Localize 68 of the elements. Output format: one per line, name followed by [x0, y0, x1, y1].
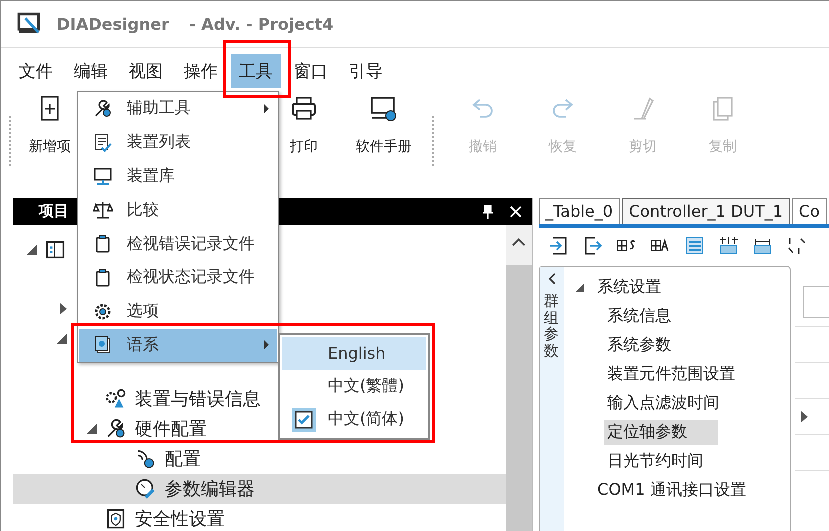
tree-item[interactable]: 硬件配置: [135, 417, 207, 441]
device-icon: [45, 239, 67, 261]
toolbar-button[interactable]: 软件手册: [344, 94, 424, 156]
tree-item[interactable]: 装置元件范围设置: [604, 362, 740, 387]
menu-item[interactable]: 中文(简体): [282, 403, 426, 436]
editor-tab[interactable]: Co: [792, 198, 827, 224]
menu-item[interactable]: English: [282, 337, 426, 370]
shield-icon: [105, 508, 127, 530]
insert-column-icon[interactable]: [718, 236, 739, 256]
manual-icon: [369, 94, 399, 124]
computer-icon: [93, 166, 113, 186]
tree-item[interactable]: 输入点滤波时间: [604, 391, 724, 416]
panel-title: 项目: [39, 202, 69, 221]
wrench-gear-icon: [93, 98, 113, 119]
close-icon[interactable]: [510, 204, 522, 218]
wrench-gear-icon: [105, 418, 127, 440]
expander-icon[interactable]: [60, 303, 67, 315]
tree-item[interactable]: 安全性设置: [135, 507, 225, 531]
input-field[interactable]: [802, 286, 829, 318]
expander-icon[interactable]: [87, 424, 97, 434]
gears-warning-icon: [105, 388, 127, 410]
gauge-wrench-icon: [135, 478, 157, 500]
tree-item[interactable]: 装置与错误信息: [135, 387, 261, 411]
scrollbar[interactable]: [506, 225, 532, 531]
balance-scale-icon: [93, 200, 113, 220]
import-icon[interactable]: [548, 236, 569, 256]
rows-icon[interactable]: [684, 236, 705, 256]
menu-item[interactable]: 窗口: [286, 54, 336, 88]
side-label: 群组参数: [544, 293, 560, 359]
tree-item[interactable]: 系统设置: [594, 275, 666, 300]
tree-item[interactable]: 日光节约时间: [604, 449, 708, 474]
editor-tab[interactable]: _Table_0: [538, 198, 620, 224]
language-icon: [93, 335, 113, 356]
expander-icon[interactable]: [576, 284, 584, 292]
menu-item[interactable]: 工具: [231, 54, 281, 88]
tree-item[interactable]: 系统参数: [604, 333, 676, 358]
menu-item[interactable]: 装置库: [79, 160, 277, 194]
row-pointer-icon: [800, 411, 808, 423]
pin-icon[interactable]: [482, 204, 494, 218]
menu-item[interactable]: 检视错误记录文件: [79, 227, 277, 261]
side-tab[interactable]: 群组参数: [540, 267, 564, 531]
toolbar-button[interactable]: 新增项: [20, 94, 80, 156]
menu-item[interactable]: 引导: [341, 54, 391, 88]
menu-item[interactable]: 中文(繁體): [282, 370, 426, 403]
menu-item[interactable]: 编辑: [66, 54, 116, 88]
column-width-icon[interactable]: [752, 236, 773, 256]
editor-tab[interactable]: Controller_1 DUT_1: [622, 198, 790, 224]
tree-item[interactable]: 系统信息: [604, 304, 676, 329]
tree-item[interactable]: 定位轴参数: [604, 420, 718, 445]
menu-item[interactable]: 视图: [121, 54, 171, 88]
chevron-left-icon[interactable]: [548, 273, 556, 285]
tree-item[interactable]: 配置: [165, 447, 201, 471]
expander-icon[interactable]: [57, 334, 67, 344]
menu-item[interactable]: 选项: [79, 294, 277, 329]
menu-item[interactable]: 文件: [11, 54, 61, 88]
window-subtitle: - Adv. - Project4: [189, 14, 334, 34]
tree-item[interactable]: COM1 通讯接口设置: [594, 478, 750, 503]
highlight-frame: [223, 40, 291, 98]
menu-item[interactable]: 检视状态记录文件: [79, 260, 277, 295]
menu-item[interactable]: 语系: [79, 328, 277, 362]
chevron-up-icon[interactable]: [512, 237, 526, 247]
tree-item[interactable]: 参数编辑器: [165, 477, 255, 501]
list-check-icon: [93, 132, 113, 153]
menu-item[interactable]: 操作: [176, 54, 226, 88]
menu-item[interactable]: 比较: [79, 193, 277, 228]
window-title: DIADesigner: [57, 14, 170, 34]
gear-icon: [93, 302, 113, 322]
export-icon[interactable]: [582, 236, 603, 256]
